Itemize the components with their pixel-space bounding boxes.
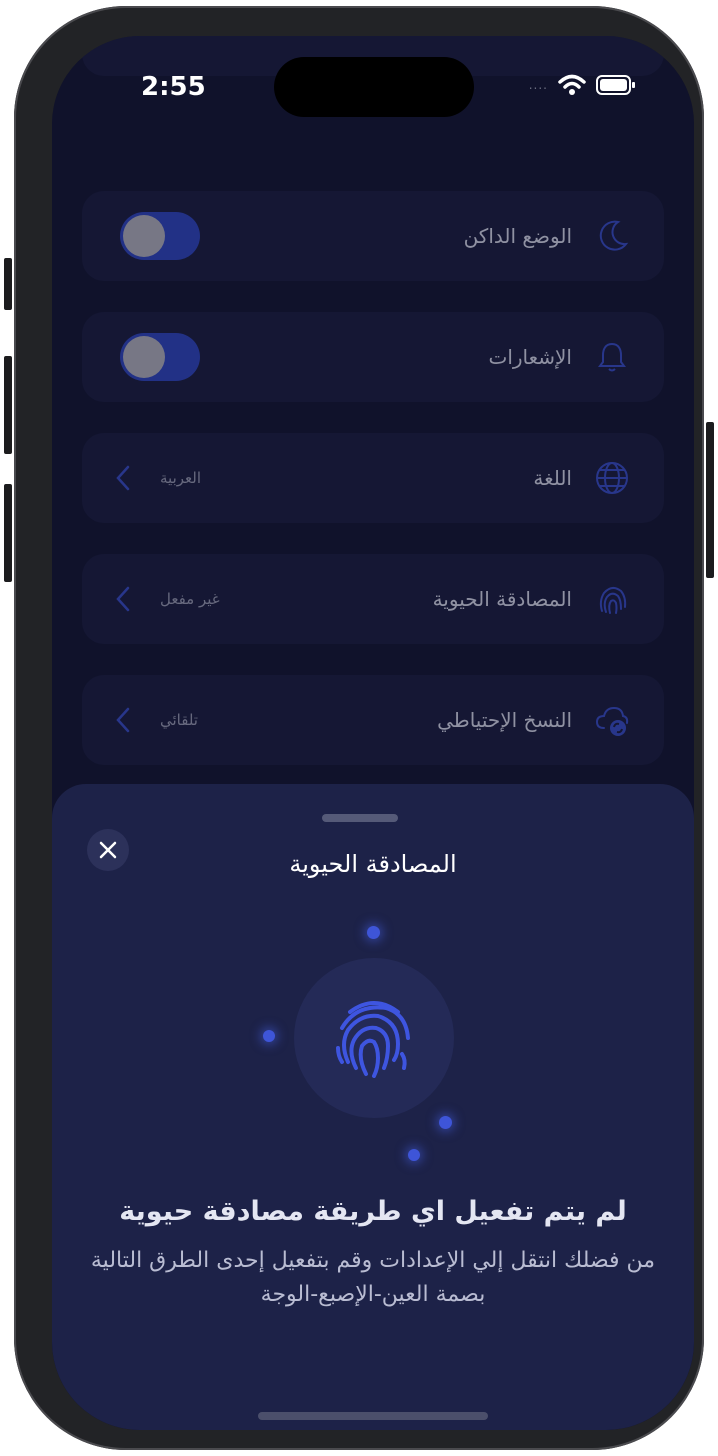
power-button [706, 422, 714, 578]
home-indicator[interactable] [258, 1412, 488, 1420]
decor-orb [408, 1149, 420, 1161]
biometric-sheet: المصادقة الحيوية لم يتم تفعيل اي طريقة م… [52, 784, 694, 1430]
message-title: لم يتم تفعيل اي طريقة مصادقة حيوية [119, 1196, 627, 1227]
phone-frame: الوضع الداكن الإشعارات اللغة العربية الم… [14, 6, 704, 1450]
message-body-line2: بصمة العين-الإصبع-الوجة [260, 1282, 486, 1307]
fingerprint-icon [336, 1001, 410, 1078]
decor-orb [367, 926, 380, 939]
sheet-title: المصادقة الحيوية [289, 850, 457, 878]
status-icons: .... [529, 74, 636, 96]
sheet-grabber[interactable] [322, 814, 398, 822]
battery-icon [596, 75, 635, 95]
decor-orb [263, 1030, 275, 1042]
wifi-icon [558, 74, 586, 95]
signal-dots: .... [528, 78, 548, 92]
dynamic-island [274, 57, 474, 117]
decor-orb [439, 1116, 452, 1129]
fingerprint-badge [294, 958, 454, 1118]
silent-switch [4, 258, 12, 310]
message-body: من فضلك انتقل إلي الإعدادات وقم بتفعيل إ… [72, 1244, 674, 1312]
status-time: 2:55 [141, 72, 206, 102]
volume-down-button [4, 484, 12, 582]
screen: الوضع الداكن الإشعارات اللغة العربية الم… [52, 36, 694, 1430]
volume-up-button [4, 356, 12, 454]
message-body-line1: من فضلك انتقل إلي الإعدادات وقم بتفعيل إ… [90, 1248, 656, 1273]
